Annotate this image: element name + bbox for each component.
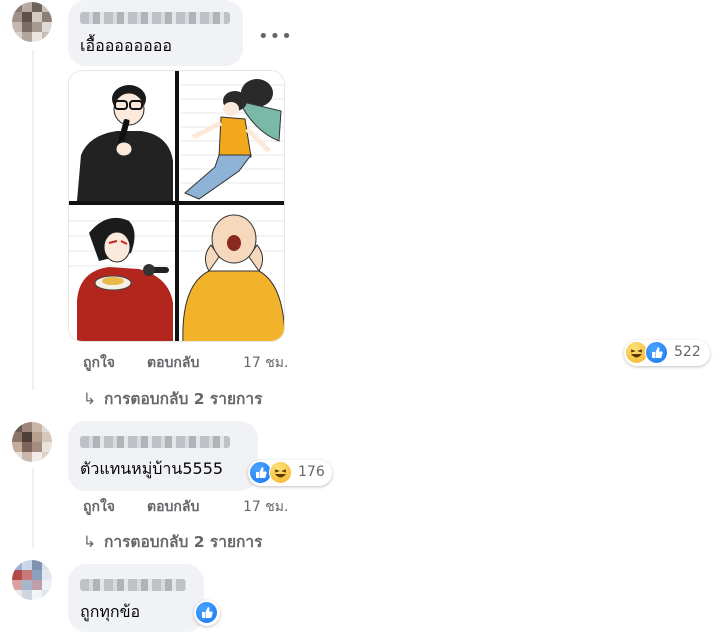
comment-image[interactable] [68,70,285,342]
comment-actions: ถูกใจ ตอบกลับ 17 ชม. [83,352,343,372]
thread-line [32,468,34,548]
avatar[interactable] [12,2,52,42]
comment-bubble: ถูกทุกข้อ [68,564,204,632]
haha-icon [269,461,292,484]
timestamp[interactable]: 17 ชม. [243,496,288,518]
reaction-summary[interactable] [194,600,220,626]
like-action[interactable]: ถูกใจ [83,352,115,374]
timestamp[interactable]: 17 ชม. [243,352,288,374]
commenter-name[interactable] [80,12,230,24]
comment-text: เอื้ออออออออ [80,36,172,55]
reply-action[interactable]: ตอบกลับ [147,496,199,518]
more-options-icon[interactable]: ••• [258,26,293,47]
replies-label: การตอบกลับ 2 รายการ [104,390,263,408]
reply-arrow-icon: ↳ [83,390,96,408]
meme-illustration [69,71,284,341]
reaction-summary[interactable]: 522 [624,340,710,366]
reaction-count: 522 [674,344,701,360]
like-icon [645,341,668,364]
reaction-summary[interactable]: 176 [248,460,332,486]
like-action[interactable]: ถูกใจ [83,496,115,518]
thread-line [32,50,34,390]
commenter-name[interactable] [80,436,230,448]
avatar[interactable] [12,422,52,462]
comment-text: ถูกทุกข้อ [80,602,141,621]
avatar[interactable] [12,560,52,600]
view-replies-link[interactable]: ↳ การตอบกลับ 2 รายการ [83,386,262,411]
reply-action[interactable]: ตอบกลับ [147,352,199,374]
comment-bubble: เอื้ออออออออ [68,0,243,66]
like-icon [195,601,218,624]
replies-label: การตอบกลับ 2 รายการ [104,533,263,551]
reaction-count: 176 [298,464,325,480]
comment-text: ตัวแทนหมู่บ้าน5555 [80,459,224,478]
reply-arrow-icon: ↳ [83,533,96,551]
view-replies-link[interactable]: ↳ การตอบกลับ 2 รายการ [83,529,262,554]
comment-actions: ถูกใจ ตอบกลับ 17 ชม. [83,496,343,516]
comment-bubble: ตัวแทนหมู่บ้าน5555 [68,421,258,491]
commenter-name[interactable] [80,579,186,591]
